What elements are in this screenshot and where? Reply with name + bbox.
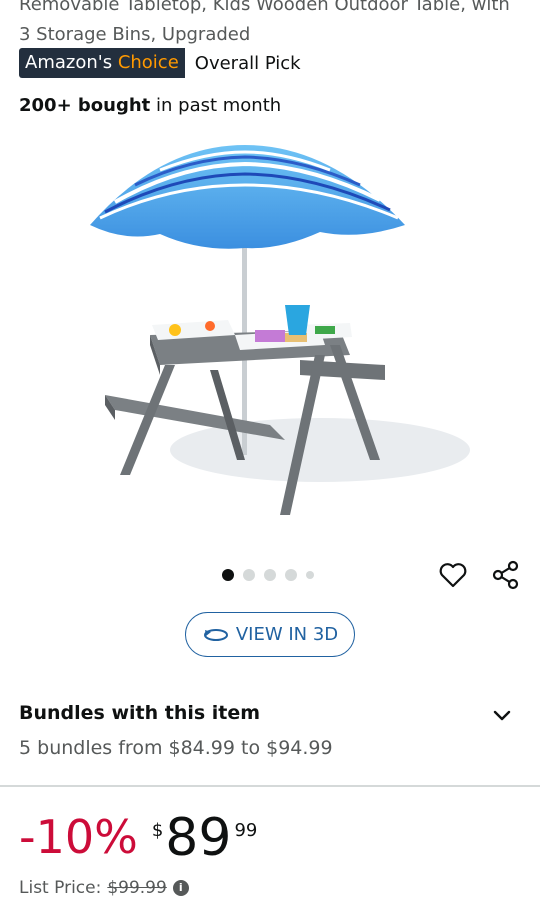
product-title: Removable Tabletop, Kids Wooden Outdoor … [19, 0, 524, 50]
list-price: List Price: $99.99 i [19, 878, 189, 898]
current-price: $ 89 99 [152, 808, 258, 868]
product-image[interactable] [60, 130, 480, 530]
bundles-section[interactable]: Bundles with this item 5 bundles from $8… [19, 702, 524, 759]
price-row: -10% $ 89 99 [19, 808, 257, 868]
list-price-value: $99.99 [107, 878, 167, 898]
price-whole: 89 [165, 808, 232, 868]
discount-percentage: -10% [19, 810, 138, 864]
bought-count-rest: in past month [150, 95, 282, 116]
carousel-dot-active[interactable] [222, 569, 234, 581]
section-divider [0, 785, 540, 787]
share-icon[interactable] [491, 560, 521, 590]
carousel-dot[interactable] [264, 569, 276, 581]
image-carousel-dots[interactable] [222, 569, 314, 581]
bundles-subtitle: 5 bundles from $84.99 to $94.99 [19, 737, 333, 759]
rotate-3d-icon [203, 628, 228, 641]
carousel-dot[interactable] [243, 569, 255, 581]
carousel-dot[interactable] [306, 571, 314, 579]
carousel-dot[interactable] [285, 569, 297, 581]
bought-count-bold: 200+ bought [19, 95, 151, 116]
bundles-title: Bundles with this item [19, 702, 261, 724]
badge-row: Amazon's Choice Overall Pick [19, 48, 301, 78]
list-price-label: List Price: [19, 878, 102, 898]
price-fraction: 99 [234, 820, 258, 841]
bought-count: 200+ bought in past month [19, 95, 281, 116]
product-title-line-2: 3 Storage Bins, Upgraded [19, 24, 251, 45]
chevron-down-icon[interactable] [492, 709, 512, 723]
view-in-3d-button[interactable]: VIEW IN 3D [185, 612, 355, 657]
choice-prefix: Amazon's [25, 52, 113, 73]
heart-icon[interactable] [438, 560, 468, 590]
info-icon[interactable]: i [172, 880, 189, 896]
product-title-line-1: Removable Tabletop, Kids Wooden Outdoor … [19, 0, 510, 15]
overall-pick-label: Overall Pick [194, 52, 301, 74]
choice-suffix: Choice [117, 52, 179, 73]
amazons-choice-badge[interactable]: Amazon's Choice [19, 48, 185, 78]
view-in-3d-label: VIEW IN 3D [235, 624, 339, 645]
price-currency: $ [151, 820, 164, 841]
